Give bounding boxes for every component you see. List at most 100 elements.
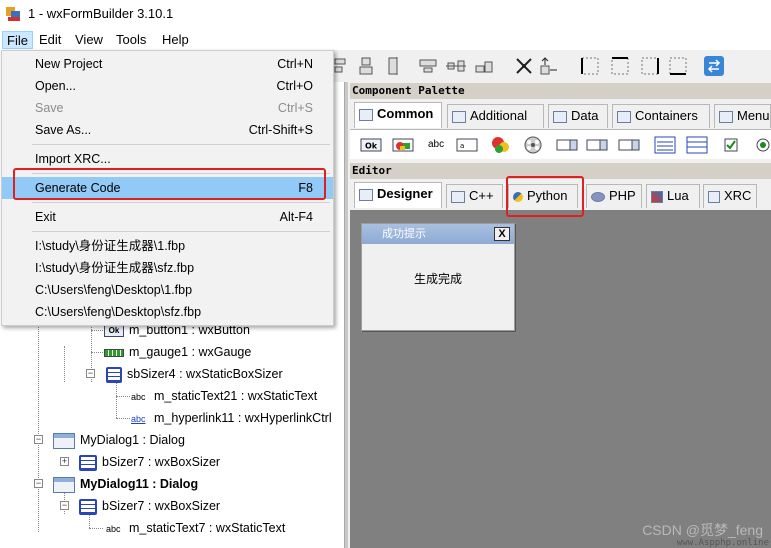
menu-item-recent-file[interactable]: C:\Users\feng\Desktop\1.fbp <box>2 279 333 301</box>
tab-containers[interactable]: Containers <box>612 104 710 128</box>
hyperlink-icon: abc <box>131 413 146 424</box>
tab-lua[interactable]: Lua <box>646 184 700 208</box>
checkbox-icon[interactable] <box>720 136 742 154</box>
python-tab-highlight-box <box>506 176 584 217</box>
border-bottom-icon[interactable] <box>668 56 688 76</box>
tab-label: XRC <box>724 188 752 203</box>
align-middle-icon[interactable] <box>446 56 466 76</box>
tree-node-static-text[interactable]: abc m_staticText7 : wxStaticText <box>106 518 285 538</box>
tab-additional[interactable]: Additional <box>447 104 544 128</box>
tab-cpp[interactable]: C++ <box>446 184 503 208</box>
tree-node-box-sizer[interactable]: bSizer7 : wxBoxSizer <box>79 496 220 516</box>
stretch-icon[interactable] <box>538 56 558 76</box>
watermark-site: www.Aspphp.online <box>676 538 769 548</box>
list-ctrl-icon[interactable] <box>686 136 708 154</box>
border-left-icon[interactable] <box>580 56 600 76</box>
collapse-icon[interactable]: − <box>34 479 43 488</box>
designer-icon <box>359 188 373 201</box>
button-icon: Ok <box>104 324 124 337</box>
bitmap-icon[interactable] <box>490 136 512 154</box>
menu-item-open[interactable]: Open... Ctrl+O <box>2 75 333 97</box>
tree-node-static-text[interactable]: abc m_staticText21 : wxStaticText <box>131 386 317 406</box>
watermark: CSDN @觅梦_feng <box>642 522 763 538</box>
additional-icon <box>452 110 466 123</box>
tab-designer[interactable]: Designer <box>354 182 442 208</box>
tab-common[interactable]: Common <box>354 102 442 128</box>
collapse-icon[interactable]: − <box>86 369 95 378</box>
tree-node-label: m_staticText7 : wxStaticText <box>129 521 286 535</box>
menu-edit[interactable]: Edit <box>35 31 65 49</box>
expand-icon[interactable] <box>514 56 534 76</box>
main-toolbar <box>330 50 771 82</box>
list-box-icon[interactable] <box>654 136 676 154</box>
menu-icon <box>719 110 733 123</box>
tree-node-label: m_staticText21 : wxStaticText <box>154 389 318 403</box>
collapse-icon[interactable]: − <box>60 501 69 510</box>
tab-label: Data <box>571 108 599 123</box>
menu-bar: File Edit View Tools Help <box>0 28 771 50</box>
choice-icon[interactable] <box>586 136 608 154</box>
menu-view[interactable]: View <box>71 31 107 49</box>
border-right-icon[interactable] <box>640 56 660 76</box>
border-top-icon[interactable] <box>610 56 630 76</box>
collapse-icon[interactable]: − <box>34 435 43 444</box>
tree-node-gauge[interactable]: m_gauge1 : wxGauge <box>104 342 251 362</box>
menu-item-recent-file[interactable]: I:\study\身份证生成器\1.fbp <box>2 235 333 257</box>
menu-item-recent-file[interactable]: I:\study\身份证生成器\sfz.fbp <box>2 257 333 279</box>
tab-php[interactable]: PHP <box>586 184 642 208</box>
menu-item-import-xrc[interactable]: Import XRC... <box>2 148 333 170</box>
button-widget-icon[interactable]: Ok <box>360 136 382 154</box>
text-ctrl-icon[interactable]: a <box>456 136 478 154</box>
swap-icon[interactable] <box>704 56 724 76</box>
dialog-icon <box>53 476 75 493</box>
dialog-close-button[interactable]: X <box>494 227 510 241</box>
menu-help[interactable]: Help <box>158 31 193 49</box>
menu-separator <box>32 144 330 145</box>
tab-label: Designer <box>377 186 433 201</box>
tab-menu[interactable]: Menu <box>714 104 771 128</box>
tab-data[interactable]: Data <box>548 104 608 128</box>
tree-node-static-box-sizer[interactable]: sbSizer4 : wxStaticBoxSizer <box>106 364 283 384</box>
menu-item-new-project[interactable]: New Project Ctrl+N <box>2 53 333 75</box>
align-bottom-icon[interactable] <box>474 56 494 76</box>
menu-file[interactable]: File <box>2 31 33 49</box>
preview-dialog[interactable]: 成功提示 X 生成完成 <box>361 223 515 331</box>
align-right-icon[interactable] <box>380 56 400 76</box>
xrc-icon <box>708 190 720 203</box>
static-text-icon: abc <box>106 523 121 534</box>
tree-node-dialog[interactable]: MyDialog1 : Dialog <box>53 430 185 450</box>
tree-node-label: sbSizer4 : wxStaticBoxSizer <box>127 367 283 381</box>
spin-ctrl-icon[interactable] <box>618 136 640 154</box>
tree-node-dialog-selected[interactable]: MyDialog11 : Dialog <box>53 474 198 494</box>
bitmap-button-icon[interactable] <box>392 136 414 154</box>
tree-node-box-sizer[interactable]: bSizer7 : wxBoxSizer <box>79 452 220 472</box>
tab-label: Common <box>377 106 434 121</box>
tab-label: Lua <box>667 188 689 203</box>
menu-separator <box>32 202 330 203</box>
menu-separator <box>32 231 330 232</box>
tab-label: Containers <box>635 108 698 123</box>
static-text-widget-icon[interactable]: abc <box>428 139 444 150</box>
generate-code-highlight-box <box>13 168 326 200</box>
tree-node-label: m_hyperlink11 : wxHyperlinkCtrl <box>154 411 332 425</box>
dialog-title: 成功提示 <box>362 224 514 244</box>
menu-item-recent-file[interactable]: C:\Users\feng\Desktop\sfz.fbp <box>2 301 333 323</box>
align-left-icon[interactable] <box>332 56 352 76</box>
menu-item-exit[interactable]: Exit Alt-F4 <box>2 206 333 228</box>
expand-icon[interactable]: + <box>60 457 69 466</box>
tree-node-label: bSizer7 : wxBoxSizer <box>102 499 221 513</box>
combo-box-icon[interactable] <box>556 136 578 154</box>
align-top-icon[interactable] <box>418 56 438 76</box>
menu-tools[interactable]: Tools <box>112 31 150 49</box>
radio-button-icon[interactable] <box>752 136 771 154</box>
align-center-icon[interactable] <box>356 56 376 76</box>
tree-node-label: MyDialog1 : Dialog <box>80 433 185 447</box>
animation-icon[interactable] <box>522 136 544 154</box>
cpp-icon <box>451 190 465 203</box>
tab-xrc[interactable]: XRC <box>703 184 757 208</box>
tree-node-hyperlink[interactable]: abc m_hyperlink11 : wxHyperlinkCtrl <box>131 408 332 428</box>
svg-text:a: a <box>460 142 464 150</box>
menu-item-save-as[interactable]: Save As... Ctrl-Shift+S <box>2 119 333 141</box>
static-text-icon: abc <box>131 391 146 402</box>
data-icon <box>553 110 567 123</box>
